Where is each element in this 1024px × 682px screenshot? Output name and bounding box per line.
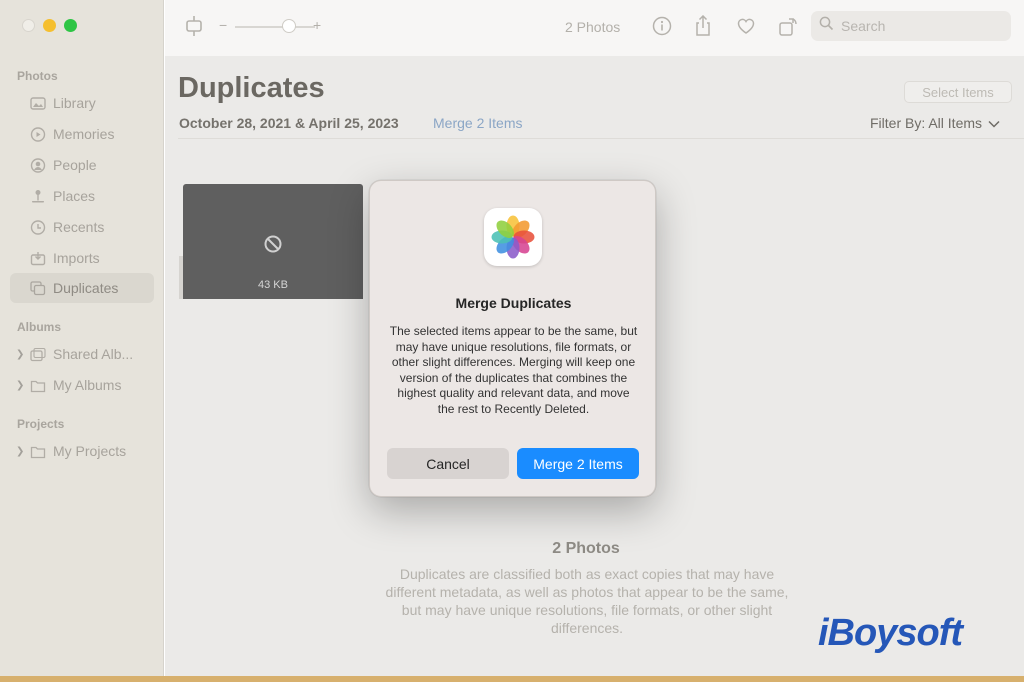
places-icon — [29, 189, 46, 204]
sidebar-item-memories[interactable]: Memories — [10, 119, 154, 149]
zoom-in-icon[interactable]: + — [313, 17, 321, 33]
photos-window: Photos Library Memories People Places Re… — [0, 0, 1024, 682]
sidebar-item-my-albums[interactable]: ❯ My Albums — [10, 370, 154, 400]
desktop-edge — [0, 676, 1024, 682]
divider — [178, 138, 1024, 139]
duplicates-icon — [29, 280, 46, 296]
zoom-out-icon[interactable]: − — [219, 17, 227, 33]
sidebar-item-imports[interactable]: Imports — [10, 243, 154, 273]
photo-count: 2 Photos — [565, 19, 621, 35]
disclosure-chevron-icon[interactable]: ❯ — [16, 380, 24, 391]
sidebar-item-my-projects[interactable]: ❯ My Projects — [10, 436, 154, 466]
zoom-slider[interactable] — [235, 26, 315, 28]
merge-items-link[interactable]: Merge 2 Items — [433, 115, 522, 131]
photos-app-icon — [484, 208, 542, 266]
share-icon[interactable] — [692, 14, 714, 38]
photo-thumbnail[interactable]: 43 KB — [183, 184, 363, 299]
aspect-ratio-toggle-icon[interactable] — [183, 14, 205, 38]
disclosure-chevron-icon[interactable]: ❯ — [16, 446, 24, 457]
sidebar-item-label: Duplicates — [53, 280, 119, 296]
merge-duplicates-dialog: Merge Duplicates The selected items appe… — [369, 180, 656, 497]
sidebar: Photos Library Memories People Places Re… — [0, 0, 164, 682]
window-controls — [22, 19, 77, 32]
dialog-message: The selected items appear to be the same… — [389, 324, 638, 416]
folder-icon — [29, 378, 46, 393]
file-size-label: 43 KB — [258, 279, 288, 291]
zoom-slider-knob[interactable] — [282, 19, 296, 33]
sidebar-item-label: Recents — [53, 219, 105, 235]
search-input[interactable] — [841, 18, 1001, 34]
duplicates-description: Duplicates are classified both as exact … — [385, 566, 789, 636]
sidebar-section-photos: Photos — [17, 69, 58, 83]
close-window-button[interactable] — [22, 19, 35, 32]
sidebar-item-label: Imports — [53, 250, 100, 266]
sidebar-section-albums: Albums — [17, 320, 62, 334]
sidebar-item-label: Places — [53, 188, 96, 204]
sidebar-item-shared-albums[interactable]: ❯ Shared Alb... — [10, 339, 154, 369]
duplicates-count-title: 2 Photos — [552, 540, 620, 557]
clock-icon — [29, 219, 46, 235]
memories-icon — [29, 126, 46, 142]
zoom-window-button[interactable] — [64, 19, 77, 32]
cancel-button[interactable]: Cancel — [387, 448, 509, 479]
select-items-button[interactable]: Select Items — [904, 81, 1012, 103]
brand-watermark: iBoysoft — [818, 612, 963, 654]
unavailable-icon — [263, 234, 283, 254]
sidebar-item-recents[interactable]: Recents — [10, 212, 154, 242]
sidebar-item-label: Library — [53, 95, 96, 111]
sidebar-item-label: Memories — [53, 126, 115, 142]
search-icon — [819, 16, 834, 36]
sidebar-item-duplicates[interactable]: Duplicates — [10, 273, 154, 303]
rotate-icon[interactable] — [777, 14, 799, 38]
sidebar-item-label: Shared Alb... — [53, 346, 134, 362]
chevron-down-icon — [988, 115, 1000, 131]
library-icon — [29, 96, 46, 111]
sidebar-item-label: My Albums — [53, 377, 122, 393]
toolbar: − + 2 Photos — [165, 0, 1024, 56]
import-icon — [29, 251, 46, 266]
disclosure-chevron-icon[interactable]: ❯ — [16, 349, 24, 360]
sidebar-item-label: People — [53, 157, 97, 173]
filter-dropdown[interactable]: Filter By: All Items — [870, 115, 1000, 131]
dialog-title: Merge Duplicates — [455, 295, 572, 311]
duplicate-dates: October 28, 2021 & April 25, 2023 — [179, 115, 399, 131]
heart-icon[interactable] — [735, 14, 757, 38]
filter-label: Filter By: All Items — [870, 115, 983, 131]
folder-icon — [29, 444, 46, 459]
sidebar-section-projects: Projects — [17, 417, 65, 431]
sidebar-item-people[interactable]: People — [10, 150, 154, 180]
sidebar-item-library[interactable]: Library — [10, 88, 154, 118]
people-icon — [29, 157, 46, 173]
merge-items-button[interactable]: Merge 2 Items — [517, 448, 639, 479]
search-field[interactable] — [811, 11, 1011, 41]
minimize-window-button[interactable] — [43, 19, 56, 32]
sidebar-item-label: My Projects — [53, 443, 127, 459]
shared-album-icon — [29, 347, 46, 362]
info-icon[interactable] — [651, 14, 673, 38]
page-title: Duplicates — [178, 72, 325, 104]
sidebar-item-places[interactable]: Places — [10, 181, 154, 211]
